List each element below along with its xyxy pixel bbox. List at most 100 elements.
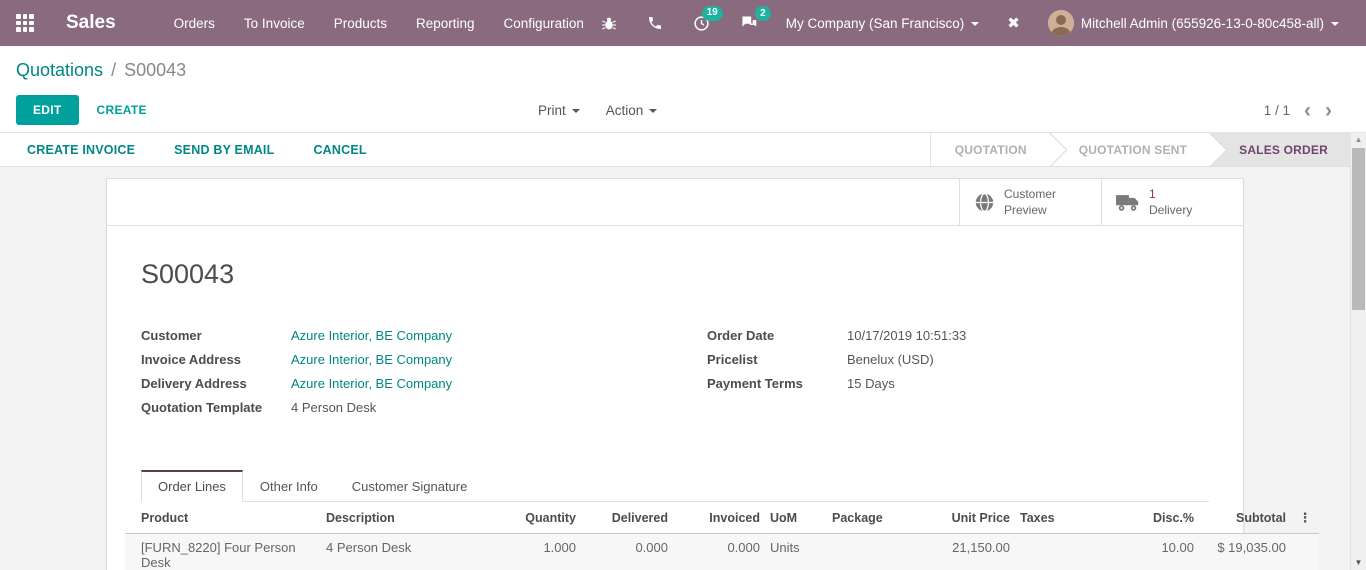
pricelist-value: Benelux (USD) bbox=[847, 352, 934, 368]
delivery-count: 1 bbox=[1149, 187, 1156, 201]
order-date-label: Order Date bbox=[707, 328, 775, 344]
form-view-content: Customer Preview 1 Delivery S00043 Custo… bbox=[0, 167, 1366, 570]
caret-down-icon bbox=[1331, 22, 1339, 26]
pager-value: 1 / 1 bbox=[1263, 102, 1290, 118]
order-lines-table: Product Description Quantity Delivered I… bbox=[125, 502, 1319, 570]
control-panel: EDIT CREATE Print Action 1 / 1 ‹ › bbox=[0, 88, 1366, 133]
quotation-template-value: 4 Person Desk bbox=[291, 400, 377, 416]
navbar-right: 19 2 My Company (San Francisco) ✖ Mitche… bbox=[586, 5, 1352, 36]
truck-icon bbox=[1116, 194, 1139, 211]
breadcrumb: Quotations / S00043 bbox=[0, 46, 1366, 88]
invoice-address-label: Invoice Address bbox=[141, 352, 241, 368]
col-delivered[interactable]: Delivered bbox=[581, 502, 673, 535]
user-menu[interactable]: Mitchell Admin (655926-13-0-80c458-all) bbox=[1035, 10, 1352, 36]
caret-down-icon bbox=[571, 109, 580, 113]
messages-chat-icon[interactable]: 2 bbox=[725, 6, 773, 31]
statusbar: CREATE INVOICE SEND BY EMAIL CANCEL QUOT… bbox=[0, 133, 1366, 167]
breadcrumb-separator: / bbox=[111, 59, 117, 80]
breadcrumb-parent[interactable]: Quotations bbox=[16, 60, 103, 81]
vertical-scrollbar[interactable]: ▲ ▼ bbox=[1350, 133, 1366, 570]
col-product[interactable]: Product bbox=[125, 502, 321, 535]
message-count-badge: 2 bbox=[755, 6, 771, 21]
sheet-body: S00043 Customer Azure Interior, BE Compa… bbox=[107, 259, 1319, 570]
field-groups: Customer Azure Interior, BE Company Invo… bbox=[141, 328, 1209, 424]
state-sales-order[interactable]: SALES ORDER bbox=[1209, 133, 1350, 166]
customer-preview-button[interactable]: Customer Preview bbox=[959, 179, 1101, 226]
top-navbar: Sales Orders To Invoice Products Reporti… bbox=[0, 0, 1366, 46]
payment-terms-label: Payment Terms bbox=[707, 376, 803, 392]
invoice-address-value[interactable]: Azure Interior, BE Company bbox=[291, 352, 452, 367]
scrollbar-thumb[interactable] bbox=[1352, 148, 1365, 310]
status-pipeline: QUOTATION QUOTATION SENT SALES ORDER bbox=[929, 133, 1350, 166]
apps-menu-icon[interactable] bbox=[16, 14, 34, 32]
activity-count-badge: 19 bbox=[701, 5, 723, 21]
menu-configuration[interactable]: Configuration bbox=[504, 16, 584, 31]
send-by-email-button[interactable]: SEND BY EMAIL bbox=[174, 143, 274, 157]
col-package[interactable]: Package bbox=[827, 502, 923, 535]
optional-columns-icon[interactable]: ⋮ bbox=[1291, 502, 1319, 535]
company-switcher[interactable]: My Company (San Francisco) bbox=[773, 16, 993, 31]
breadcrumb-current: S00043 bbox=[124, 59, 187, 80]
navbar-left: Sales Orders To Invoice Products Reporti… bbox=[16, 12, 584, 34]
user-avatar bbox=[1047, 10, 1074, 36]
payment-terms-value: 15 Days bbox=[847, 376, 895, 392]
print-dropdown[interactable]: Print bbox=[538, 103, 580, 118]
col-disc[interactable]: Disc.% bbox=[1107, 502, 1199, 535]
user-name: Mitchell Admin (655926-13-0-80c458-all) bbox=[1080, 15, 1324, 31]
create-button[interactable]: CREATE bbox=[97, 103, 147, 117]
state-quotation[interactable]: QUOTATION bbox=[930, 133, 1049, 166]
tab-order-lines[interactable]: Order Lines bbox=[141, 470, 243, 503]
col-invoiced[interactable]: Invoiced bbox=[673, 502, 765, 535]
order-date-value: 10/17/2019 10:51:33 bbox=[847, 328, 967, 344]
smart-button-box: Customer Preview 1 Delivery bbox=[107, 179, 1243, 227]
cancel-button[interactable]: CANCEL bbox=[313, 143, 366, 157]
col-description[interactable]: Description bbox=[321, 502, 493, 535]
create-invoice-button[interactable]: CREATE INVOICE bbox=[27, 143, 135, 157]
tools-icon[interactable]: ✖ bbox=[992, 14, 1035, 32]
caret-down-icon bbox=[971, 22, 980, 26]
pager: 1 / 1 ‹ › bbox=[1264, 100, 1332, 121]
menu-orders[interactable]: Orders bbox=[174, 16, 215, 31]
col-unit-price[interactable]: Unit Price bbox=[923, 502, 1015, 535]
pager-next-icon[interactable]: › bbox=[1325, 100, 1332, 121]
menu-to-invoice[interactable]: To Invoice bbox=[244, 16, 305, 31]
customer-label: Customer bbox=[141, 328, 202, 344]
menu-reporting[interactable]: Reporting bbox=[416, 16, 475, 31]
company-name: My Company (San Francisco) bbox=[785, 15, 965, 31]
action-dropdown[interactable]: Action bbox=[606, 103, 658, 118]
tab-customer-signature[interactable]: Customer Signature bbox=[335, 471, 485, 502]
pricelist-label: Pricelist bbox=[707, 352, 758, 368]
document-title: S00043 bbox=[141, 259, 235, 290]
edit-button[interactable]: EDIT bbox=[16, 95, 79, 125]
delivery-address-label: Delivery Address bbox=[141, 376, 247, 392]
table-header-row: Product Description Quantity Delivered I… bbox=[125, 502, 1319, 535]
col-subtotal[interactable]: Subtotal bbox=[1199, 502, 1291, 535]
caret-down-icon bbox=[649, 109, 658, 113]
pager-previous-icon[interactable]: ‹ bbox=[1304, 100, 1311, 121]
control-panel-actions: Print Action bbox=[538, 103, 658, 118]
globe-icon bbox=[975, 192, 994, 212]
delivery-address-value[interactable]: Azure Interior, BE Company bbox=[291, 376, 452, 391]
customer-value[interactable]: Azure Interior, BE Company bbox=[291, 328, 452, 343]
menu-products[interactable]: Products bbox=[334, 16, 387, 31]
col-taxes[interactable]: Taxes bbox=[1015, 502, 1107, 535]
phone-icon[interactable] bbox=[632, 15, 678, 31]
debug-bug-icon[interactable] bbox=[586, 15, 632, 31]
field-group-right: Order Date 10/17/2019 10:51:33 Pricelist… bbox=[675, 328, 1209, 424]
document-sheet: Customer Preview 1 Delivery S00043 Custo… bbox=[106, 178, 1319, 570]
table-row[interactable]: [FURN_8220] Four Person Desk 4 Person De… bbox=[125, 533, 1319, 570]
state-quotation-sent[interactable]: QUOTATION SENT bbox=[1048, 133, 1210, 166]
scroll-up-icon[interactable]: ▲ bbox=[1351, 133, 1366, 147]
quotation-template-label: Quotation Template bbox=[141, 400, 263, 416]
app-name[interactable]: Sales bbox=[66, 12, 116, 34]
tab-other-info[interactable]: Other Info bbox=[243, 471, 335, 502]
app-menus: Orders To Invoice Products Reporting Con… bbox=[174, 16, 584, 31]
activity-clock-icon[interactable]: 19 bbox=[678, 5, 725, 32]
col-uom[interactable]: UoM bbox=[765, 502, 827, 535]
delivery-button[interactable]: 1 Delivery bbox=[1101, 179, 1243, 226]
notebook-tabs: Order Lines Other Info Customer Signatur… bbox=[141, 470, 1209, 503]
statusbar-buttons: CREATE INVOICE SEND BY EMAIL CANCEL bbox=[0, 133, 367, 166]
col-quantity[interactable]: Quantity bbox=[493, 502, 581, 535]
scroll-down-icon[interactable]: ▼ bbox=[1351, 556, 1366, 570]
field-group-left: Customer Azure Interior, BE Company Invo… bbox=[141, 328, 675, 424]
